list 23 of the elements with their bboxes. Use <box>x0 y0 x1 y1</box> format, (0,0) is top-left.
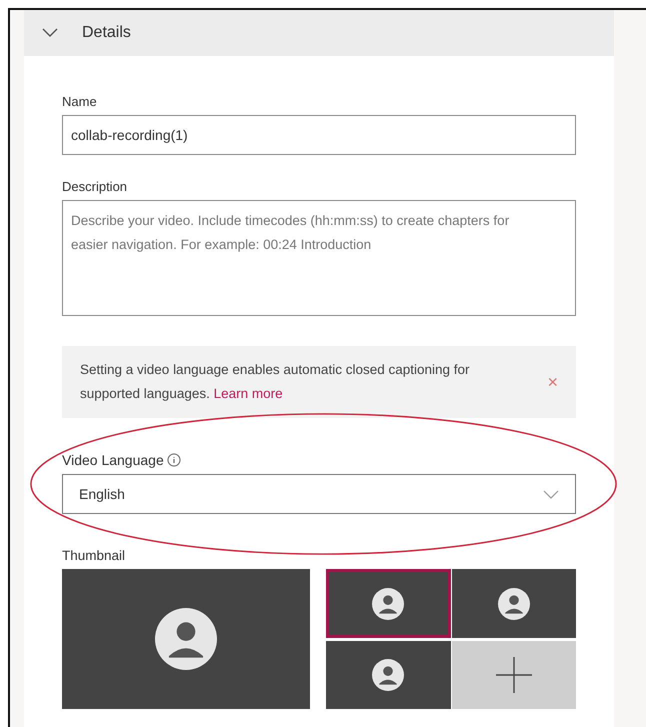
add-thumbnail-button[interactable] <box>452 641 576 709</box>
chevron-icon <box>42 28 58 38</box>
learn-more-link[interactable]: Learn more <box>214 386 283 401</box>
thumbnail-option[interactable] <box>326 641 450 709</box>
language-dropdown[interactable]: English <box>62 474 576 514</box>
details-section-header[interactable]: Details <box>24 10 614 56</box>
video-language-label: Video Language <box>62 452 164 468</box>
name-field[interactable]: collab-recording(1) <box>62 115 576 155</box>
notice-text: Setting a video language enables automatic closed captioning for supported languages. Learn more <box>80 361 471 403</box>
person-icon <box>155 608 217 670</box>
name-label: Name <box>62 94 98 109</box>
plus-icon <box>496 657 532 693</box>
person-icon <box>372 588 404 620</box>
thumbnail-label: Thumbnail <box>62 548 126 563</box>
person-icon <box>498 588 530 620</box>
person-icon <box>372 659 404 691</box>
chevron-icon <box>543 490 559 498</box>
thumbnail-option[interactable] <box>452 569 576 638</box>
info-icon <box>166 453 181 467</box>
thumbnail-option[interactable] <box>62 569 310 709</box>
description-field[interactable]: Describe your video. Include timecodes (hh:mm:ss) to create chapters for easier navigation. For example: 00:24 Introduction <box>62 200 576 316</box>
description-label: Description <box>62 179 128 194</box>
thumbnail-option[interactable] <box>326 569 450 638</box>
